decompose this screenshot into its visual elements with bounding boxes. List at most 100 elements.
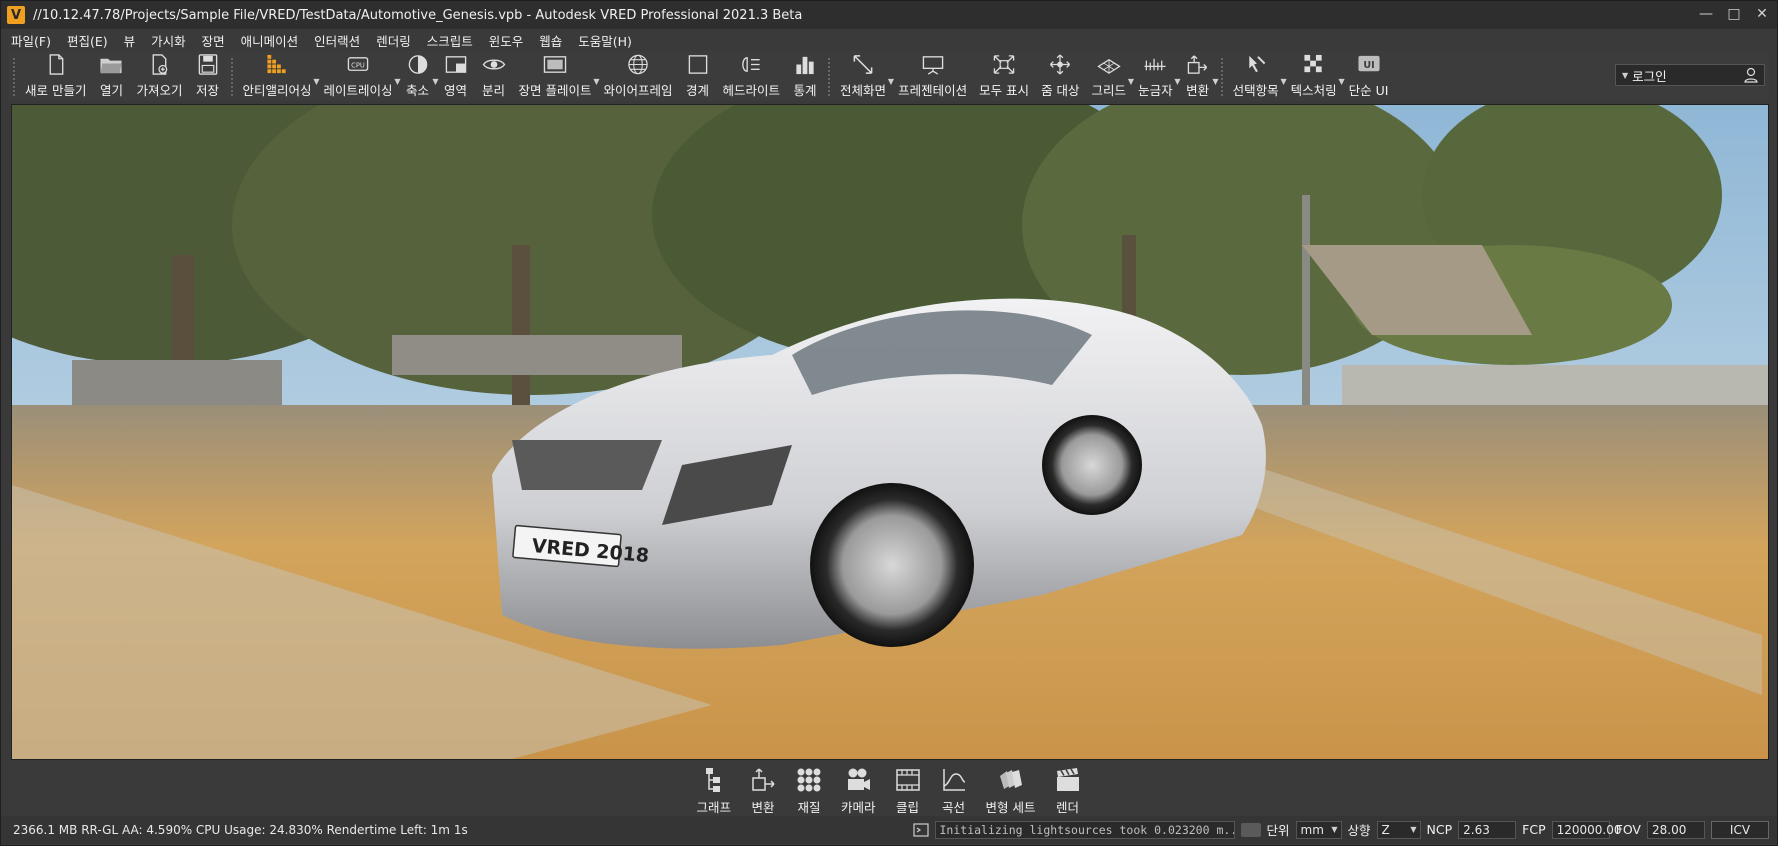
- planter: [72, 360, 282, 405]
- zoom-target-label: 줌 대상: [1041, 83, 1080, 98]
- grid-label: 그리드: [1091, 83, 1127, 98]
- material-button[interactable]: 재질: [795, 766, 823, 816]
- graph-button[interactable]: 그래프: [696, 766, 731, 816]
- headlight-button[interactable]: 헤드라이트: [717, 53, 787, 101]
- transform-dock-button[interactable]: 변환: [749, 766, 777, 816]
- curve-button[interactable]: 곡선: [940, 766, 968, 816]
- clip-button[interactable]: 클립: [894, 766, 922, 816]
- maximize-button[interactable]: □: [1725, 5, 1743, 23]
- bar-chart-icon: [796, 56, 814, 75]
- grid-button[interactable]: 그리드 ▼: [1086, 53, 1134, 101]
- variant-set-label: 변형 세트: [985, 800, 1036, 815]
- shrink-button[interactable]: 축소 ▼: [399, 53, 439, 101]
- toolbar-grip[interactable]: [12, 57, 16, 97]
- simple-ui-button[interactable]: UI 단순 UI: [1343, 53, 1395, 101]
- minimize-button[interactable]: —: [1697, 5, 1715, 23]
- import-button[interactable]: 가져오기: [130, 53, 188, 101]
- antialiasing-button[interactable]: 안티앨리어싱 ▼: [237, 53, 320, 101]
- icv-button[interactable]: ICV: [1711, 820, 1769, 839]
- menu-edit[interactable]: 편집(E): [67, 31, 108, 50]
- menu-scene[interactable]: 장면: [202, 31, 225, 50]
- save-disk-icon: [198, 54, 217, 75]
- fullscreen-label: 전체화면: [840, 83, 887, 98]
- ncp-input[interactable]: 2.63: [1458, 820, 1517, 839]
- vred-logo-icon[interactable]: V: [7, 6, 25, 24]
- menu-interaction[interactable]: 인터랙션: [314, 31, 360, 50]
- planter: [392, 335, 682, 375]
- status-bar: 2366.1 MB RR-GL AA: 4.590% CPU Usage: 24…: [1, 816, 1777, 844]
- chevron-down-icon: ▼: [1410, 825, 1417, 834]
- menu-animation[interactable]: 애니메이션: [241, 31, 299, 50]
- render-viewport[interactable]: VRED 2018: [11, 104, 1769, 760]
- menu-file[interactable]: 파일(F): [11, 31, 51, 50]
- simple-ui-label: 단순 UI: [1348, 83, 1389, 98]
- ruler-label: 눈금자: [1138, 83, 1173, 98]
- select-item-button[interactable]: 선택항목 ▼: [1227, 53, 1287, 101]
- menu-visualization[interactable]: 가시화: [151, 31, 186, 50]
- show-all-label: 모두 표시: [979, 83, 1030, 98]
- menu-webshop[interactable]: 웹숍: [539, 31, 562, 50]
- menu-rendering[interactable]: 렌더링: [376, 31, 411, 50]
- open-button[interactable]: 열기: [92, 53, 130, 101]
- scene-plate-label: 장면 플레이트: [518, 83, 592, 98]
- select-pointer-icon: [1248, 55, 1265, 73]
- fullscreen-button[interactable]: 전체화면 ▼: [834, 53, 894, 101]
- menu-window[interactable]: 윈도우: [489, 31, 524, 50]
- ruler-button[interactable]: 눈금자 ▼: [1132, 53, 1181, 101]
- menu-help[interactable]: 도움말(H): [578, 31, 632, 50]
- zoom-target-button[interactable]: 줌 대상: [1035, 53, 1085, 101]
- show-all-button[interactable]: 모두 표시: [973, 53, 1035, 101]
- login-label: 로그인: [1632, 68, 1667, 84]
- render-label: 렌더: [1055, 800, 1079, 815]
- presentation-button[interactable]: 프레젠테이션: [892, 53, 973, 101]
- unit-select[interactable]: mm ▼: [1295, 820, 1342, 839]
- up-axis-select[interactable]: Z ▼: [1376, 820, 1421, 839]
- statistics-button[interactable]: 통계: [786, 53, 824, 101]
- user-icon[interactable]: [1744, 67, 1758, 83]
- import-file-icon: [153, 54, 168, 75]
- wireframe-button[interactable]: 와이어프레임: [598, 53, 679, 101]
- separate-button[interactable]: 분리: [475, 53, 513, 101]
- log-toggle-button[interactable]: [1240, 822, 1261, 837]
- show-all-icon: [993, 55, 1015, 74]
- close-button[interactable]: ✕: [1753, 5, 1771, 23]
- login-field[interactable]: ▼ 로그인: [1615, 64, 1765, 86]
- chevron-down-icon[interactable]: ▼: [1622, 71, 1628, 80]
- scene-plate-button[interactable]: 장면 플레이트 ▼: [513, 53, 600, 101]
- fov-input[interactable]: 28.00: [1647, 820, 1705, 839]
- variant-set-button[interactable]: 변형 세트: [986, 766, 1036, 816]
- region-label: 영역: [444, 83, 468, 98]
- up-axis-label: 상향: [1347, 823, 1371, 838]
- camera-button[interactable]: 카메라: [841, 766, 876, 816]
- bounds-label: 경계: [686, 83, 710, 98]
- save-button[interactable]: 저장: [189, 53, 227, 101]
- module-dock: 그래프 변환 재질 카메라 클립 곡선 변형 세트 렌더: [1, 761, 1777, 816]
- fov-label: FOV: [1615, 822, 1641, 837]
- chevron-down-icon[interactable]: ▼: [1212, 77, 1218, 86]
- presentation-label: 프레젠테이션: [898, 83, 968, 98]
- raytracing-button[interactable]: CPU 레이트레이싱 ▼: [318, 53, 401, 101]
- texturing-button[interactable]: 텍스처링 ▼: [1285, 53, 1345, 101]
- menu-script[interactable]: 스크립트: [427, 31, 473, 50]
- toolbar-separator: [1219, 57, 1224, 97]
- fcp-input[interactable]: 120000.00: [1551, 820, 1622, 839]
- region-button[interactable]: 영역: [437, 53, 475, 101]
- fcp-label: FCP: [1522, 822, 1546, 837]
- new-file-icon: [49, 54, 64, 75]
- bounds-button[interactable]: 경계: [679, 53, 717, 101]
- new-button[interactable]: 새로 만들기: [19, 53, 92, 101]
- antialiasing-label: 안티앨리어싱: [242, 83, 312, 98]
- console-icon[interactable]: [912, 822, 929, 837]
- up-axis-value: Z: [1381, 822, 1390, 837]
- bounds-box-icon: [688, 55, 707, 74]
- open-label: 열기: [99, 83, 123, 98]
- texturing-label: 텍스처링: [1290, 83, 1337, 98]
- log-message[interactable]: Initializing lightsources took 0.023200 …: [934, 820, 1235, 839]
- transform-button[interactable]: 변환 ▼: [1179, 53, 1219, 101]
- render-button[interactable]: 렌더: [1054, 766, 1082, 816]
- clip-label: 클립: [896, 800, 920, 815]
- menu-view[interactable]: 뷰: [124, 31, 136, 50]
- headlight-label: 헤드라이트: [722, 83, 781, 98]
- transform-dock-label: 변환: [751, 800, 775, 815]
- material-label: 재질: [797, 800, 821, 815]
